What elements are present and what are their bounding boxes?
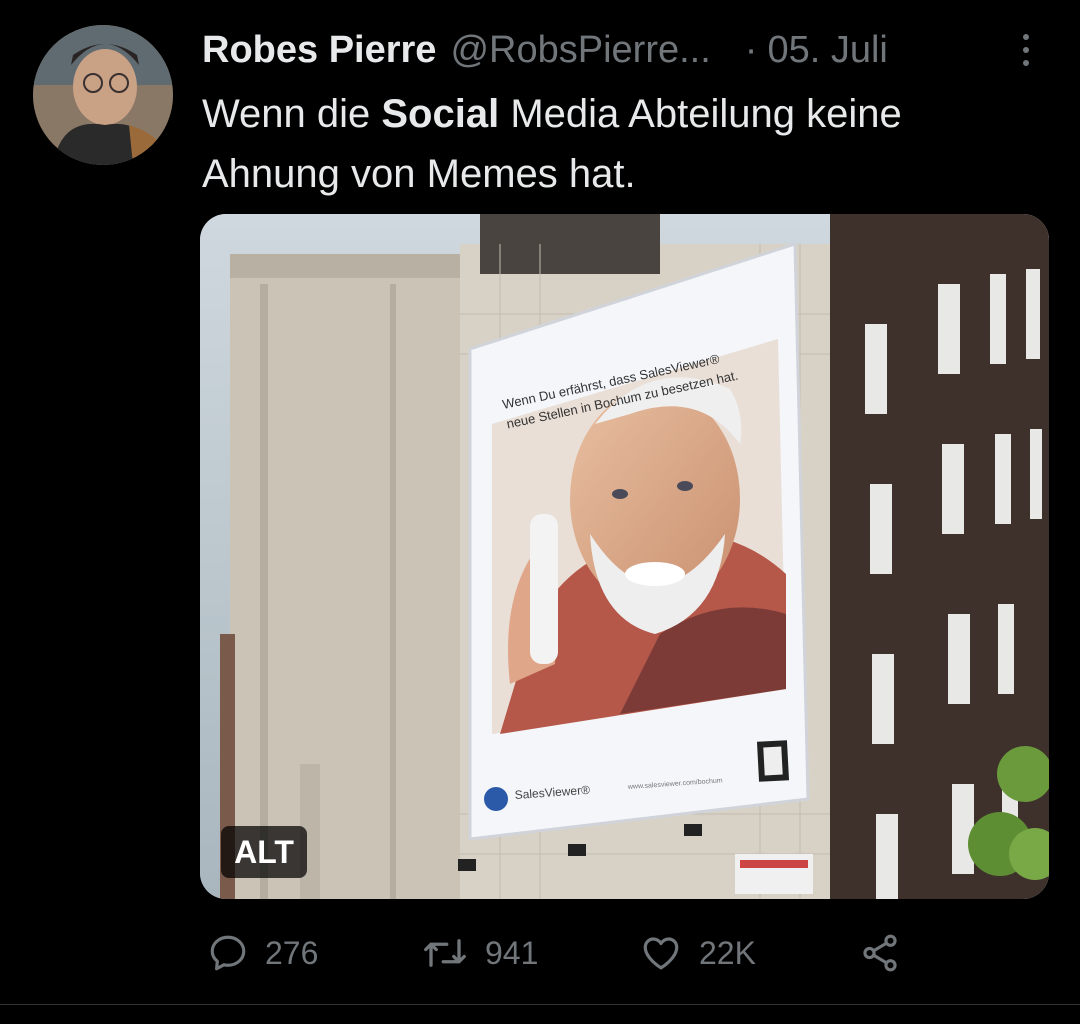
reply-button[interactable]: 276 xyxy=(207,918,318,988)
retweet-button[interactable]: 941 xyxy=(421,918,538,988)
like-count: 22K xyxy=(699,934,756,971)
heart-icon xyxy=(639,932,683,974)
tweet-actions-bar: 276 941 22K xyxy=(0,918,1080,988)
like-button[interactable]: 22K xyxy=(639,918,756,988)
share-button[interactable] xyxy=(858,918,902,988)
author-name[interactable]: Robes Pierre xyxy=(202,29,436,72)
separator-dot: · xyxy=(744,28,758,71)
share-icon xyxy=(858,932,902,974)
tweet-header: Robes Pierre @RobsPierre... · 05. Juli xyxy=(202,26,1042,74)
retweet-count: 941 xyxy=(485,934,539,971)
more-vertical-icon[interactable] xyxy=(1016,30,1036,70)
author-handle[interactable]: @RobsPierre... xyxy=(450,29,710,72)
tweet-text-bold: Social xyxy=(381,92,500,136)
reply-count: 276 xyxy=(265,934,319,971)
tweet-text-part1: Wenn die xyxy=(202,92,382,136)
tweet-text: Wenn die Social Media Abteilung keine Ah… xyxy=(202,84,1042,204)
retweet-icon xyxy=(421,932,469,974)
tweet-date[interactable]: 05. Juli xyxy=(767,29,887,72)
tweet-divider xyxy=(0,1004,1080,1005)
alt-text-badge[interactable]: ALT xyxy=(221,826,307,878)
tweet-media-image[interactable]: Wenn Du erfährst, dass SalesViewer® neue… xyxy=(200,214,1049,899)
author-avatar[interactable] xyxy=(33,25,173,165)
reply-icon xyxy=(207,932,249,974)
